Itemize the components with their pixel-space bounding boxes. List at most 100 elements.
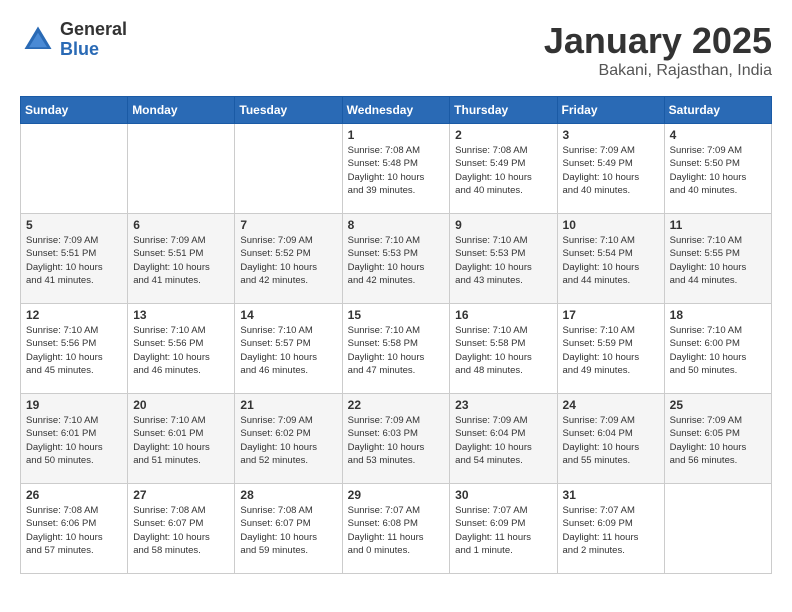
page-header: General Blue January 2025 Bakani, Rajast… bbox=[20, 20, 772, 80]
calendar-header-monday: Monday bbox=[128, 97, 235, 124]
day-info: Sunrise: 7:08 AM Sunset: 5:48 PM Dayligh… bbox=[348, 144, 445, 197]
day-info: Sunrise: 7:09 AM Sunset: 5:51 PM Dayligh… bbox=[26, 234, 122, 287]
calendar-cell: 28Sunrise: 7:08 AM Sunset: 6:07 PM Dayli… bbox=[235, 484, 342, 574]
day-number: 30 bbox=[455, 488, 551, 502]
calendar-cell: 4 Sunrise: 7:09 AM Sunset: 5:50 PM Daylig… bbox=[664, 124, 771, 214]
day-info: Sunrise: 7:09 AM Sunset: 6:04 PM Dayligh… bbox=[563, 414, 659, 467]
day-info: Sunrise: 7:10 AM Sunset: 6:01 PM Dayligh… bbox=[26, 414, 122, 467]
calendar-cell bbox=[128, 124, 235, 214]
calendar-cell: 1 Sunrise: 7:08 AM Sunset: 5:48 PM Daylig… bbox=[342, 124, 450, 214]
calendar-cell: 23 Sunrise: 7:09 AM Sunset: 6:04 PM Dayli… bbox=[450, 394, 557, 484]
calendar-header-wednesday: Wednesday bbox=[342, 97, 450, 124]
day-info: Sunrise: 7:09 AM Sunset: 6:02 PM Dayligh… bbox=[240, 414, 336, 467]
calendar-cell: 12 Sunrise: 7:10 AM Sunset: 5:56 PM Dayli… bbox=[21, 304, 128, 394]
day-number: 29 bbox=[348, 488, 445, 502]
calendar-cell: 14 Sunrise: 7:10 AM Sunset: 5:57 PM Dayli… bbox=[235, 304, 342, 394]
calendar-cell: 21 Sunrise: 7:09 AM Sunset: 6:02 PM Dayli… bbox=[235, 394, 342, 484]
day-info: Sunrise: 7:10 AM Sunset: 5:56 PM Dayligh… bbox=[26, 324, 122, 377]
day-info: Sunrise: 7:09 AM Sunset: 5:52 PM Dayligh… bbox=[240, 234, 336, 287]
day-info: Sunrise: 7:09 AM Sunset: 5:51 PM Dayligh… bbox=[133, 234, 229, 287]
day-info: Sunrise: 7:07 AM Sunset: 6:09 PM Dayligh… bbox=[455, 504, 551, 557]
calendar-cell: 6 Sunrise: 7:09 AM Sunset: 5:51 PM Daylig… bbox=[128, 214, 235, 304]
calendar-cell: 30 Sunrise: 7:07 AM Sunset: 6:09 PM Dayli… bbox=[450, 484, 557, 574]
day-number: 7 bbox=[240, 218, 336, 232]
calendar-cell: 8 Sunrise: 7:10 AM Sunset: 5:53 PM Daylig… bbox=[342, 214, 450, 304]
day-info: Sunrise: 7:08 AM Sunset: 6:06 PM Dayligh… bbox=[26, 504, 122, 557]
day-number: 20 bbox=[133, 398, 229, 412]
location: Bakani, Rajasthan, India bbox=[544, 62, 772, 80]
calendar-cell: 25Sunrise: 7:09 AM Sunset: 6:05 PM Dayli… bbox=[664, 394, 771, 484]
calendar-cell: 11Sunrise: 7:10 AM Sunset: 5:55 PM Dayli… bbox=[664, 214, 771, 304]
day-number: 21 bbox=[240, 398, 336, 412]
day-info: Sunrise: 7:09 AM Sunset: 5:49 PM Dayligh… bbox=[563, 144, 659, 197]
calendar-header-thursday: Thursday bbox=[450, 97, 557, 124]
day-number: 14 bbox=[240, 308, 336, 322]
logo: General Blue bbox=[20, 20, 127, 60]
calendar-week-row: 12 Sunrise: 7:10 AM Sunset: 5:56 PM Dayli… bbox=[21, 304, 772, 394]
day-info: Sunrise: 7:10 AM Sunset: 5:57 PM Dayligh… bbox=[240, 324, 336, 377]
day-info: Sunrise: 7:10 AM Sunset: 5:58 PM Dayligh… bbox=[348, 324, 445, 377]
logo-blue: Blue bbox=[60, 40, 127, 60]
day-info: Sunrise: 7:09 AM Sunset: 6:04 PM Dayligh… bbox=[455, 414, 551, 467]
day-info: Sunrise: 7:10 AM Sunset: 5:58 PM Dayligh… bbox=[455, 324, 551, 377]
calendar-cell: 31 Sunrise: 7:07 AM Sunset: 6:09 PM Dayli… bbox=[557, 484, 664, 574]
calendar-cell: 3Sunrise: 7:09 AM Sunset: 5:49 PM Daylig… bbox=[557, 124, 664, 214]
calendar-week-row: 5 Sunrise: 7:09 AM Sunset: 5:51 PM Daylig… bbox=[21, 214, 772, 304]
calendar-cell: 18 Sunrise: 7:10 AM Sunset: 6:00 PM Dayli… bbox=[664, 304, 771, 394]
day-number: 18 bbox=[670, 308, 766, 322]
calendar-header-tuesday: Tuesday bbox=[235, 97, 342, 124]
calendar-cell: 19Sunrise: 7:10 AM Sunset: 6:01 PM Dayli… bbox=[21, 394, 128, 484]
calendar-week-row: 19Sunrise: 7:10 AM Sunset: 6:01 PM Dayli… bbox=[21, 394, 772, 484]
calendar-header-row: SundayMondayTuesdayWednesdayThursdayFrid… bbox=[21, 97, 772, 124]
day-number: 25 bbox=[670, 398, 766, 412]
day-number: 6 bbox=[133, 218, 229, 232]
calendar-cell: 24Sunrise: 7:09 AM Sunset: 6:04 PM Dayli… bbox=[557, 394, 664, 484]
day-info: Sunrise: 7:10 AM Sunset: 5:53 PM Dayligh… bbox=[455, 234, 551, 287]
calendar-cell bbox=[664, 484, 771, 574]
month-title: January 2025 bbox=[544, 20, 772, 62]
calendar-table: SundayMondayTuesdayWednesdayThursdayFrid… bbox=[20, 96, 772, 574]
day-number: 15 bbox=[348, 308, 445, 322]
calendar-cell: 2Sunrise: 7:08 AM Sunset: 5:49 PM Daylig… bbox=[450, 124, 557, 214]
calendar-cell: 27Sunrise: 7:08 AM Sunset: 6:07 PM Dayli… bbox=[128, 484, 235, 574]
day-number: 8 bbox=[348, 218, 445, 232]
day-info: Sunrise: 7:07 AM Sunset: 6:09 PM Dayligh… bbox=[563, 504, 659, 557]
calendar-cell: 26Sunrise: 7:08 AM Sunset: 6:06 PM Dayli… bbox=[21, 484, 128, 574]
day-info: Sunrise: 7:10 AM Sunset: 5:54 PM Dayligh… bbox=[563, 234, 659, 287]
day-number: 2 bbox=[455, 128, 551, 142]
calendar-cell: 5 Sunrise: 7:09 AM Sunset: 5:51 PM Daylig… bbox=[21, 214, 128, 304]
calendar-week-row: 1 Sunrise: 7:08 AM Sunset: 5:48 PM Daylig… bbox=[21, 124, 772, 214]
day-info: Sunrise: 7:10 AM Sunset: 5:53 PM Dayligh… bbox=[348, 234, 445, 287]
day-number: 10 bbox=[563, 218, 659, 232]
day-number: 5 bbox=[26, 218, 122, 232]
day-number: 31 bbox=[563, 488, 659, 502]
day-info: Sunrise: 7:10 AM Sunset: 6:01 PM Dayligh… bbox=[133, 414, 229, 467]
calendar-cell: 22Sunrise: 7:09 AM Sunset: 6:03 PM Dayli… bbox=[342, 394, 450, 484]
day-number: 28 bbox=[240, 488, 336, 502]
day-number: 17 bbox=[563, 308, 659, 322]
day-number: 13 bbox=[133, 308, 229, 322]
calendar-header-friday: Friday bbox=[557, 97, 664, 124]
day-info: Sunrise: 7:10 AM Sunset: 5:56 PM Dayligh… bbox=[133, 324, 229, 377]
calendar-cell: 17Sunrise: 7:10 AM Sunset: 5:59 PM Dayli… bbox=[557, 304, 664, 394]
day-number: 23 bbox=[455, 398, 551, 412]
day-number: 12 bbox=[26, 308, 122, 322]
calendar-cell: 29 Sunrise: 7:07 AM Sunset: 6:08 PM Dayli… bbox=[342, 484, 450, 574]
calendar-cell: 10 Sunrise: 7:10 AM Sunset: 5:54 PM Dayli… bbox=[557, 214, 664, 304]
day-number: 1 bbox=[348, 128, 445, 142]
day-number: 16 bbox=[455, 308, 551, 322]
title-section: January 2025 Bakani, Rajasthan, India bbox=[544, 20, 772, 80]
day-number: 4 bbox=[670, 128, 766, 142]
day-info: Sunrise: 7:07 AM Sunset: 6:08 PM Dayligh… bbox=[348, 504, 445, 557]
calendar-cell: 15 Sunrise: 7:10 AM Sunset: 5:58 PM Dayli… bbox=[342, 304, 450, 394]
day-info: Sunrise: 7:10 AM Sunset: 6:00 PM Dayligh… bbox=[670, 324, 766, 377]
day-info: Sunrise: 7:09 AM Sunset: 5:50 PM Dayligh… bbox=[670, 144, 766, 197]
calendar-cell: 13 Sunrise: 7:10 AM Sunset: 5:56 PM Dayli… bbox=[128, 304, 235, 394]
calendar-cell bbox=[235, 124, 342, 214]
day-info: Sunrise: 7:08 AM Sunset: 6:07 PM Dayligh… bbox=[133, 504, 229, 557]
day-number: 9 bbox=[455, 218, 551, 232]
logo-text: General Blue bbox=[60, 20, 127, 60]
day-number: 11 bbox=[670, 218, 766, 232]
calendar-cell: 20 Sunrise: 7:10 AM Sunset: 6:01 PM Dayli… bbox=[128, 394, 235, 484]
calendar-cell: 16 Sunrise: 7:10 AM Sunset: 5:58 PM Dayli… bbox=[450, 304, 557, 394]
